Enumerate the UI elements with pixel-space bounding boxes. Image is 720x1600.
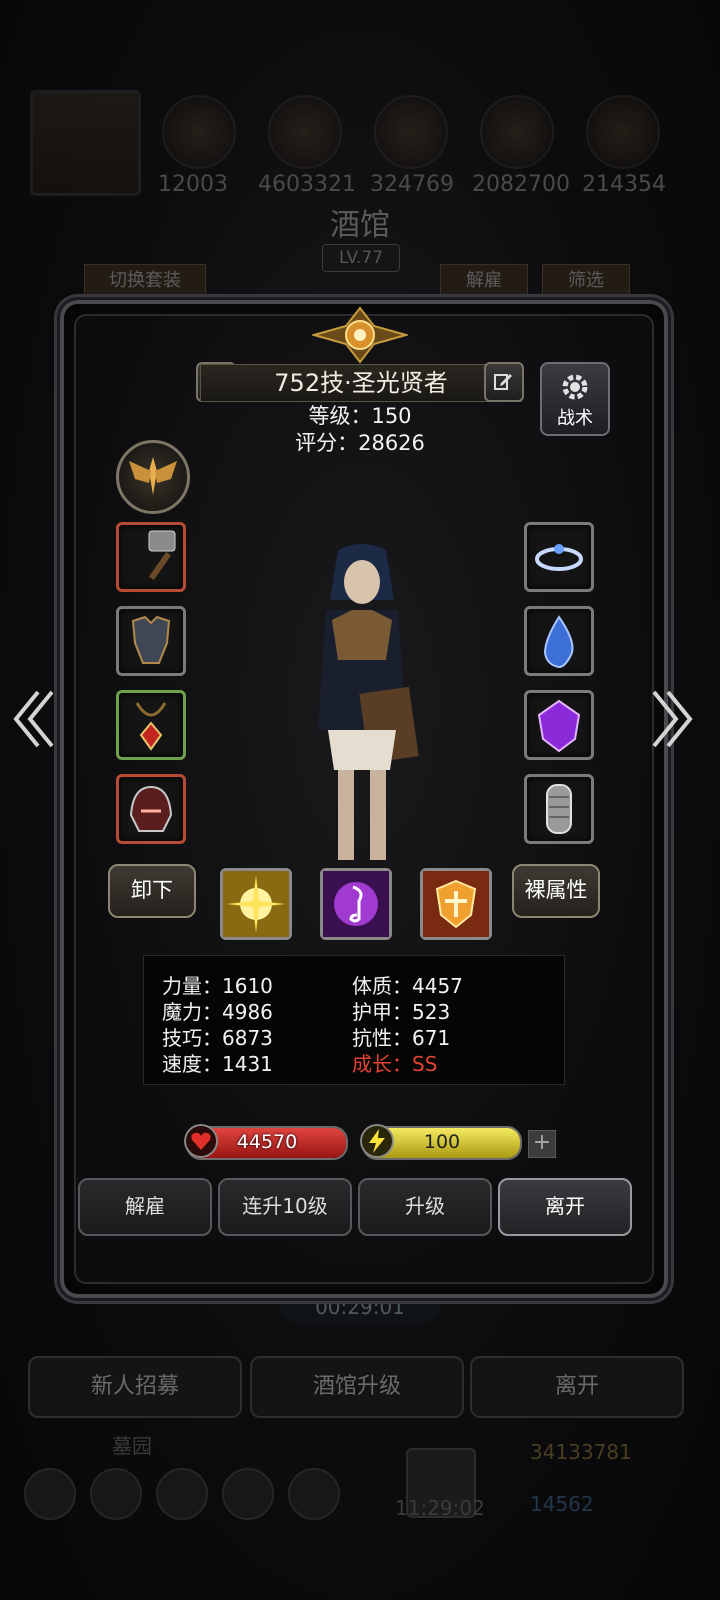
- purple-gem-icon: [537, 699, 581, 753]
- bg-dismiss-button: 解雇: [440, 264, 528, 298]
- skill-slot-3[interactable]: [420, 868, 492, 940]
- resource-value: 214354: [582, 172, 666, 197]
- attributes-panel: 力量：1610 魔力：4986 技巧：6873 速度：1431 体质：4457 …: [143, 955, 565, 1085]
- amulet-slot[interactable]: [116, 690, 186, 760]
- menu-icon: [24, 1468, 76, 1520]
- skill-slot-1[interactable]: [220, 868, 292, 940]
- menu-icon: [156, 1468, 208, 1520]
- bg-leave-button: 离开: [470, 1356, 684, 1418]
- switch-outfit-button: 切换套装: [84, 264, 206, 298]
- hammer-icon: [148, 530, 176, 581]
- add-energy-button[interactable]: +: [528, 1130, 556, 1158]
- heart-icon: [184, 1124, 218, 1158]
- crest-emblem-icon: [312, 306, 408, 364]
- accessory-slot[interactable]: [524, 606, 594, 676]
- resource-value: 4603321: [258, 172, 356, 197]
- growth-stat: 成长：SS: [352, 1052, 438, 1076]
- skill-stat: 技巧：6873: [162, 1026, 273, 1050]
- prev-hero-arrow-icon[interactable]: [10, 688, 56, 750]
- gear-icon: [562, 374, 588, 400]
- constitution-stat: 体质：4457: [352, 974, 463, 998]
- music-magic-icon: [323, 871, 389, 937]
- hero-name-bar: 752技·圣光贤者: [200, 364, 522, 402]
- gem-amount: 14562: [530, 1492, 594, 1516]
- armor-icon: [131, 615, 171, 664]
- recruit-button: 新人招募: [28, 1356, 242, 1418]
- magic-stat: 魔力：4986: [162, 1000, 273, 1024]
- resistance-stat: 抗性：671: [352, 1026, 451, 1050]
- resource-slot: [586, 95, 660, 169]
- helmet-slot[interactable]: [116, 774, 186, 844]
- skill-slot-2[interactable]: [320, 868, 392, 940]
- menu-icon: [222, 1468, 274, 1520]
- unequip-button[interactable]: 卸下: [108, 864, 196, 918]
- gold-amount: 34133781: [530, 1440, 632, 1464]
- rename-edit-icon[interactable]: [484, 362, 524, 402]
- menu-icon: [288, 1468, 340, 1520]
- resource-value: 2082700: [472, 172, 570, 197]
- clock: 11:29:02: [395, 1496, 485, 1520]
- filter-button: 筛选: [542, 264, 630, 298]
- headwear-slot[interactable]: [524, 522, 594, 592]
- helmet-icon: [129, 785, 173, 832]
- weapon-slot[interactable]: [116, 522, 186, 592]
- tavern-level: LV.77: [322, 244, 400, 272]
- next-hero-arrow-icon[interactable]: [650, 688, 696, 750]
- leave-button[interactable]: 离开: [498, 1178, 632, 1236]
- resource-value: 12003: [158, 172, 228, 197]
- gem-slot[interactable]: [524, 690, 594, 760]
- lightning-icon: [360, 1124, 394, 1158]
- armor-slot[interactable]: [116, 606, 186, 676]
- dismiss-button[interactable]: 解雇: [78, 1178, 212, 1236]
- holy-shield-icon: [423, 871, 489, 937]
- tavern-title: 酒馆: [330, 208, 390, 243]
- chain-mail-slot[interactable]: [524, 774, 594, 844]
- base-attributes-button[interactable]: 裸属性: [512, 864, 600, 918]
- level-up-10-button[interactable]: 连升10级: [218, 1178, 352, 1236]
- water-drop-icon: [543, 615, 574, 669]
- upgrade-button[interactable]: 升级: [358, 1178, 492, 1236]
- chain-mail-icon: [546, 784, 572, 834]
- hero-level: 等级：150: [308, 404, 412, 428]
- tavern-upgrade-button: 酒馆升级: [250, 1356, 464, 1418]
- light-burst-icon: [223, 871, 289, 937]
- hero-score: 评分：28626: [295, 431, 425, 455]
- winged-emblem-icon: [129, 457, 177, 495]
- resource-slot: [374, 95, 448, 169]
- resource-value: 324769: [370, 172, 454, 197]
- hero-character-portrait: [318, 544, 419, 860]
- resource-slot: [480, 95, 554, 169]
- resource-slot: [162, 95, 236, 169]
- yard-label: 墓园: [112, 1434, 152, 1458]
- armor-stat: 护甲：523: [352, 1000, 451, 1024]
- class-emblem[interactable]: [116, 440, 190, 514]
- hero-name: 752技·圣光贤者: [274, 369, 448, 397]
- amulet-icon: [135, 702, 167, 751]
- strength-stat: 力量：1610: [162, 974, 273, 998]
- menu-icon: [90, 1468, 142, 1520]
- speed-stat: 速度：1431: [162, 1052, 273, 1076]
- resource-slot: [268, 95, 342, 169]
- player-avatar: [30, 90, 141, 196]
- crown-icon: [535, 544, 583, 571]
